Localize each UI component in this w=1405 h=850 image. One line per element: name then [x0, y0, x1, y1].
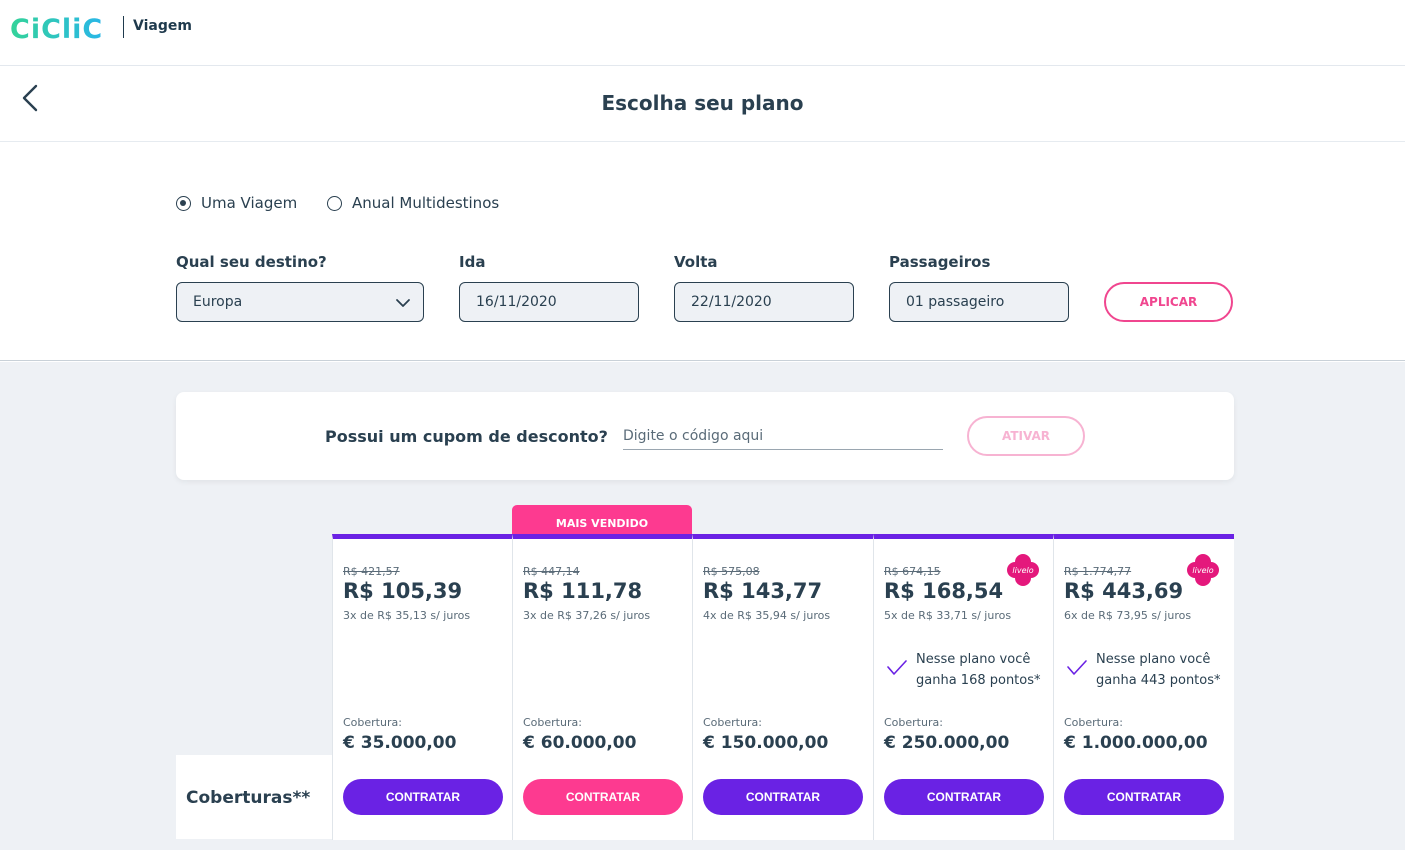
destination-select[interactable]: Europa	[176, 282, 424, 322]
passengers-value: 01 passageiro	[906, 294, 1005, 310]
ciclic-logo-icon: CiCliC	[10, 14, 103, 45]
svg-text:livelo: livelo	[1012, 566, 1033, 575]
radio-label: Uma Viagem	[201, 194, 298, 212]
plans-table: Coberturas** MAIS VENDIDO R$ 421,57 R$ 1…	[176, 505, 1234, 850]
plans-section: Possui um cupom de desconto? ATIVAR Cobe…	[0, 362, 1405, 850]
plan-price: R$ 443,69	[1064, 579, 1184, 603]
coverage-value: € 1.000.000,00	[1064, 733, 1208, 753]
installments: 3x de R$ 37,26 s/ juros	[523, 609, 651, 622]
coverage-label: Cobertura:	[523, 716, 582, 729]
plan-card: R$ 674,15 R$ 168,54 5x de R$ 33,71 s/ ju…	[873, 534, 1054, 840]
radio-label: Anual Multidestinos	[352, 194, 500, 212]
departure-date-value: 16/11/2020	[476, 294, 557, 310]
livelo-badge-icon: livelo	[1007, 554, 1039, 586]
coverages-row-header: Coberturas**	[176, 755, 332, 839]
passengers-label: Passageiros	[889, 253, 991, 271]
points-info: Nesse plano você ganha 443 pontos*	[1096, 652, 1221, 688]
departure-label: Ida	[459, 253, 486, 271]
coverage-value: € 150.000,00	[703, 733, 829, 753]
brand-logo[interactable]: CiCliC	[10, 12, 110, 52]
chevron-down-icon	[396, 299, 410, 307]
plan-price: R$ 143,77	[703, 579, 823, 603]
plan-card: R$ 421,57 R$ 105,39 3x de R$ 35,13 s/ ju…	[332, 534, 513, 840]
plan-card: R$ 447,14 R$ 111,78 3x de R$ 37,26 s/ ju…	[512, 534, 693, 840]
contract-button[interactable]: CONTRATAR	[343, 779, 503, 815]
search-filters: Uma Viagem Anual Multidestinos Qual seu …	[0, 143, 1405, 361]
departure-date-field[interactable]: 16/11/2020	[459, 282, 639, 322]
old-price: R$ 421,57	[343, 565, 400, 578]
svg-text:livelo: livelo	[1192, 566, 1213, 575]
check-icon	[887, 660, 907, 675]
livelo-badge-icon: livelo	[1187, 554, 1219, 586]
page-title: Escolha seu plano	[601, 91, 804, 115]
radio-unselected-icon	[327, 195, 342, 211]
return-date-value: 22/11/2020	[691, 294, 772, 310]
return-label: Volta	[674, 253, 718, 271]
plan-price: R$ 111,78	[523, 579, 643, 603]
coverage-label: Cobertura:	[703, 716, 762, 729]
top-bar: CiCliC Viagem	[0, 0, 1405, 66]
coverage-label: Cobertura:	[884, 716, 943, 729]
coverages-label: Coberturas**	[186, 788, 311, 808]
apply-button[interactable]: APLICAR	[1104, 282, 1233, 322]
coupon-input[interactable]	[623, 422, 943, 450]
installments: 5x de R$ 33,71 s/ juros	[884, 609, 1012, 622]
coverage-label: Cobertura:	[1064, 716, 1123, 729]
old-price: R$ 575,08	[703, 565, 760, 578]
svg-text:CiCliC: CiCliC	[10, 14, 103, 44]
coverage-value: € 250.000,00	[884, 733, 1010, 753]
coverage-value: € 35.000,00	[343, 733, 457, 753]
return-date-field[interactable]: 22/11/2020	[674, 282, 854, 322]
destination-value: Europa	[193, 294, 243, 310]
old-price: R$ 1.774,77	[1064, 565, 1132, 578]
activate-coupon-button[interactable]: ATIVAR	[967, 416, 1085, 456]
installments: 3x de R$ 35,13 s/ juros	[343, 609, 471, 622]
contract-button[interactable]: CONTRATAR	[884, 779, 1044, 815]
radio-selected-icon	[176, 195, 191, 211]
coverage-label: Cobertura:	[343, 716, 402, 729]
plan-price: R$ 168,54	[884, 579, 1004, 603]
product-name: Viagem	[133, 18, 192, 34]
page-header: Escolha seu plano	[0, 67, 1405, 142]
plan-card: R$ 1.774,77 R$ 443,69 6x de R$ 73,95 s/ …	[1053, 534, 1234, 840]
passengers-field[interactable]: 01 passageiro	[889, 282, 1069, 322]
check-icon	[1067, 660, 1087, 675]
contract-button[interactable]: CONTRATAR	[523, 779, 683, 815]
destination-label: Qual seu destino?	[176, 253, 327, 271]
radio-annual-multidestination[interactable]: Anual Multidestinos	[327, 194, 499, 212]
points-info: Nesse plano você ganha 168 pontos*	[916, 652, 1041, 688]
coupon-box: Possui um cupom de desconto? ATIVAR	[176, 392, 1234, 480]
radio-one-trip[interactable]: Uma Viagem	[176, 194, 297, 212]
contract-button[interactable]: CONTRATAR	[1064, 779, 1224, 815]
plan-card: R$ 575,08 R$ 143,77 4x de R$ 35,94 s/ ju…	[692, 534, 874, 840]
old-price: R$ 447,14	[523, 565, 580, 578]
logo-separator	[123, 16, 124, 38]
coverage-value: € 60.000,00	[523, 733, 637, 753]
contract-button[interactable]: CONTRATAR	[703, 779, 863, 815]
coupon-label: Possui um cupom de desconto?	[325, 427, 608, 446]
old-price: R$ 674,15	[884, 565, 941, 578]
plan-price: R$ 105,39	[343, 579, 463, 603]
installments: 4x de R$ 35,94 s/ juros	[703, 609, 831, 622]
installments: 6x de R$ 73,95 s/ juros	[1064, 609, 1192, 622]
